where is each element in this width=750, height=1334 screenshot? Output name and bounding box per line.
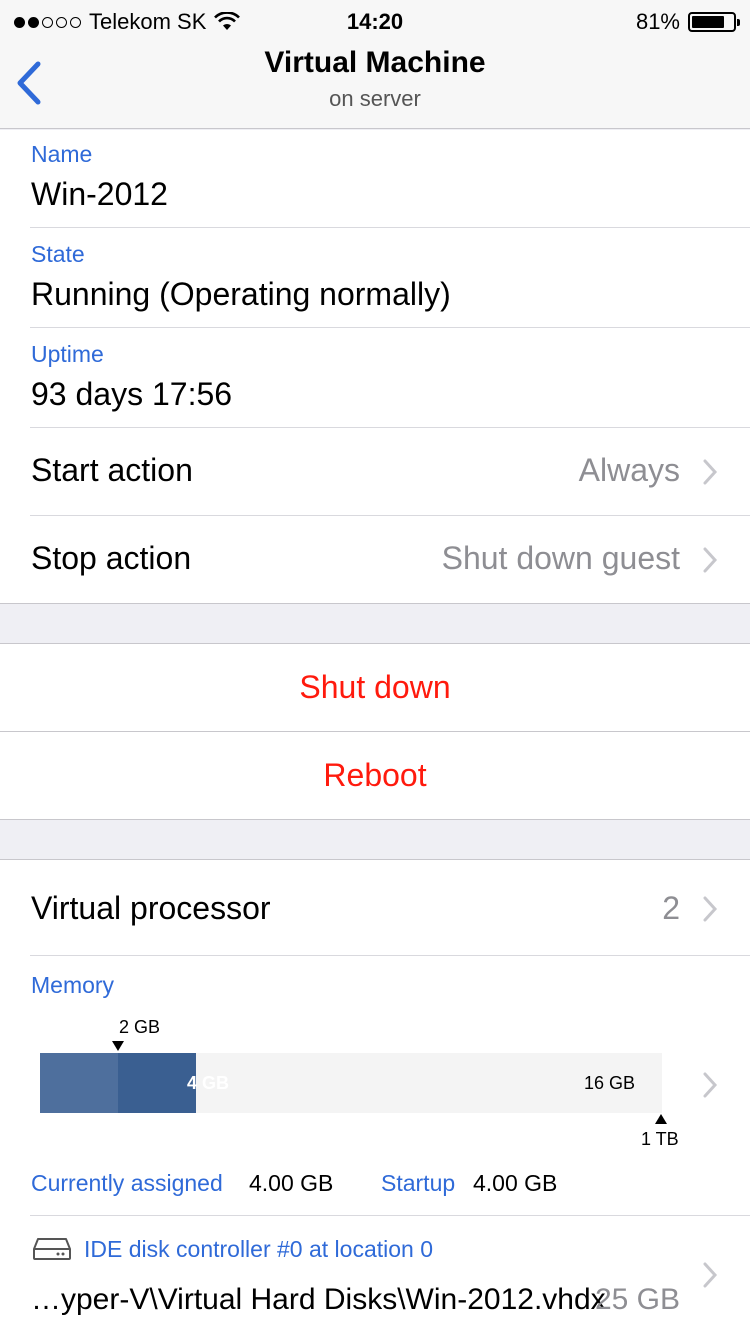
memory-assigned-segment — [118, 1053, 196, 1113]
power-actions-section: Shut down Reboot — [0, 643, 750, 820]
memory-max-text: 16 GB — [584, 1073, 636, 1093]
battery-icon — [688, 12, 740, 32]
shutdown-button[interactable]: Shut down — [0, 644, 750, 731]
state-value: Running (Operating normally) — [31, 276, 451, 312]
disk-path: …yper-V\Virtual Hard Disks\Win-2012.vhdx — [31, 1283, 606, 1316]
memory-assigned-text: 4 GB — [187, 1073, 230, 1093]
state-label: State — [31, 241, 85, 267]
memory-bar — [40, 1053, 662, 1113]
chevron-right-icon — [703, 1262, 718, 1288]
currently-assigned-label: Currently assigned — [31, 1170, 223, 1196]
stop-action-label: Stop action — [31, 540, 192, 576]
virtual-processor-value: 2 — [662, 890, 680, 926]
start-action-row[interactable]: Start action Always — [0, 428, 750, 516]
navigation-bar: Virtual Machine on server — [0, 40, 750, 129]
battery-percent: 81% — [635, 9, 680, 34]
status-right: 81% — [635, 9, 740, 35]
virtual-processor-row[interactable]: Virtual processor 2 — [0, 860, 750, 955]
disk-controller-label: IDE disk controller #0 at location 0 — [84, 1236, 434, 1262]
stop-action-value: Shut down guest — [441, 540, 680, 576]
memory-min-marker-label: 2 GB — [119, 1017, 161, 1037]
start-action-value: Always — [578, 452, 680, 488]
name-value: Win-2012 — [31, 176, 168, 212]
reboot-button[interactable]: Reboot — [0, 732, 750, 819]
chevron-right-icon — [703, 459, 718, 485]
name-label: Name — [31, 141, 93, 167]
currently-assigned-value: 4.00 GB — [249, 1170, 334, 1196]
chevron-right-icon — [703, 1072, 718, 1098]
status-bar: Telekom SK 14:20 81% — [0, 0, 750, 40]
uptime-value: 93 days 17:56 — [31, 376, 233, 412]
startup-value: 4.00 GB — [473, 1170, 558, 1196]
memory-min-segment — [40, 1053, 118, 1113]
page-title: Virtual Machine — [264, 46, 486, 79]
uptime-label: Uptime — [31, 341, 104, 367]
memory-label: Memory — [31, 972, 115, 998]
start-action-label: Start action — [31, 452, 193, 488]
chevron-right-icon — [703, 896, 718, 922]
virtual-processor-label: Virtual processor — [31, 890, 271, 926]
stop-action-row[interactable]: Stop action Shut down guest — [0, 516, 750, 604]
vm-info-section: Name Win-2012 State Running (Operating n… — [0, 130, 750, 604]
memory-limit-marker — [655, 1114, 667, 1124]
memory-limit-marker-label: 1 TB — [641, 1129, 679, 1149]
startup-label: Startup — [381, 1170, 456, 1196]
chevron-right-icon — [703, 547, 718, 573]
memory-min-marker — [112, 1041, 124, 1051]
hard-disk-icon — [33, 1238, 71, 1260]
disk-size: 25 GB — [594, 1283, 680, 1316]
page-subtitle: on server — [329, 86, 421, 111]
